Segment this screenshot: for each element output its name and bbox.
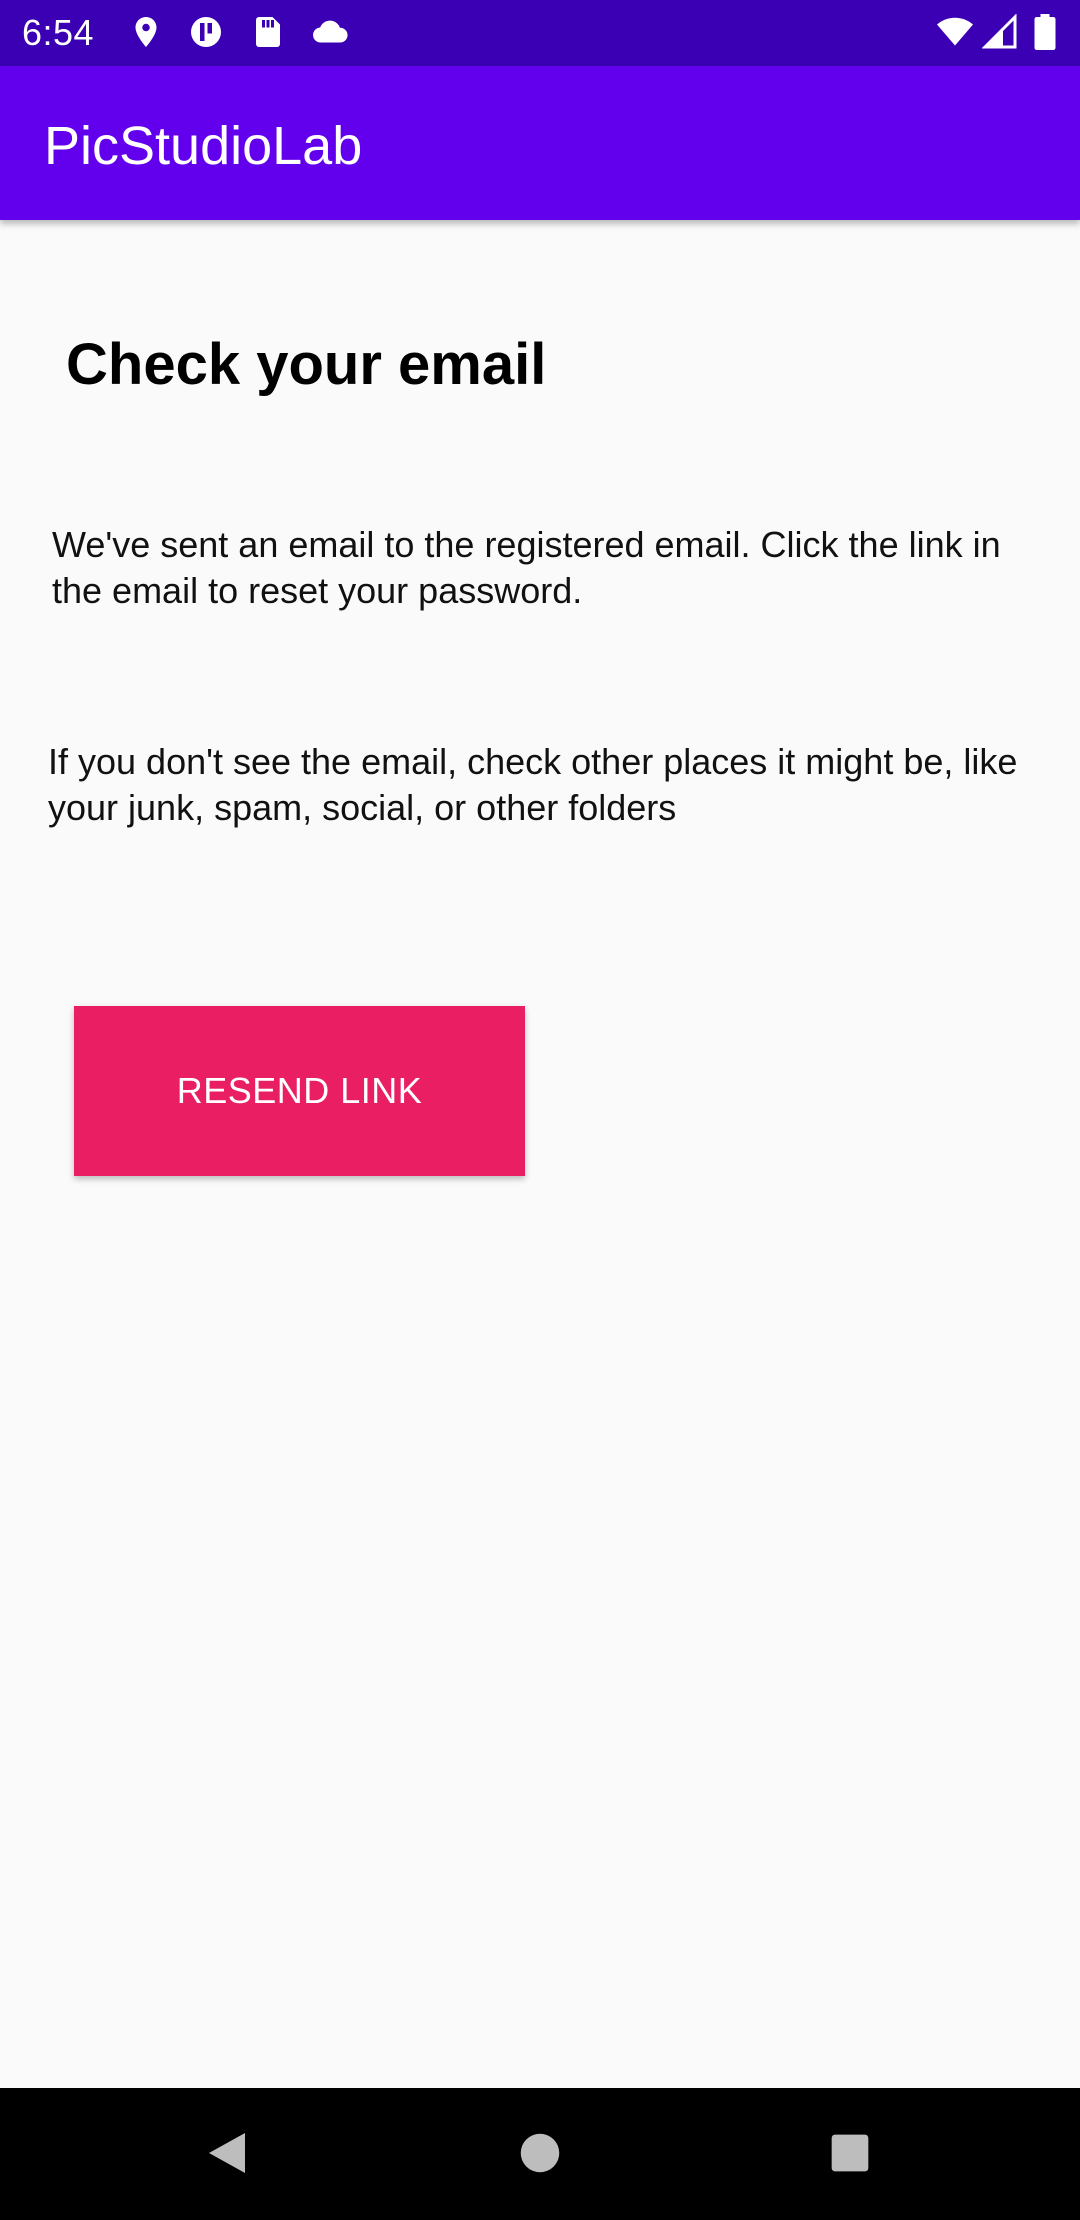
back-icon[interactable] [192, 2118, 262, 2188]
location-icon [128, 14, 164, 50]
signal-icon [981, 13, 1018, 50]
app-notification-icon [188, 14, 224, 50]
system-nav-bar [0, 2088, 1080, 2220]
home-icon[interactable] [505, 2118, 575, 2188]
status-time: 6:54 [22, 12, 95, 53]
recents-icon[interactable] [815, 2118, 885, 2188]
app-title: PicStudioLab [44, 116, 363, 176]
sd-card-icon [250, 14, 286, 50]
app-bar: PicStudioLab [0, 66, 1080, 220]
cloud-icon [310, 14, 348, 50]
page-title: Check your email [66, 332, 547, 397]
check-folders-hint: If you don't see the email, check other … [48, 741, 1018, 828]
wifi-icon [935, 14, 973, 50]
status-bar: 6:54 [0, 0, 1080, 66]
resend-link-button[interactable]: RESEND LINK [74, 1006, 525, 1176]
email-sent-message: We've sent an email to the registered em… [52, 524, 1001, 611]
reset-email-content: Check your email We've sent an email to … [0, 220, 1080, 2088]
battery-icon [1034, 14, 1056, 50]
